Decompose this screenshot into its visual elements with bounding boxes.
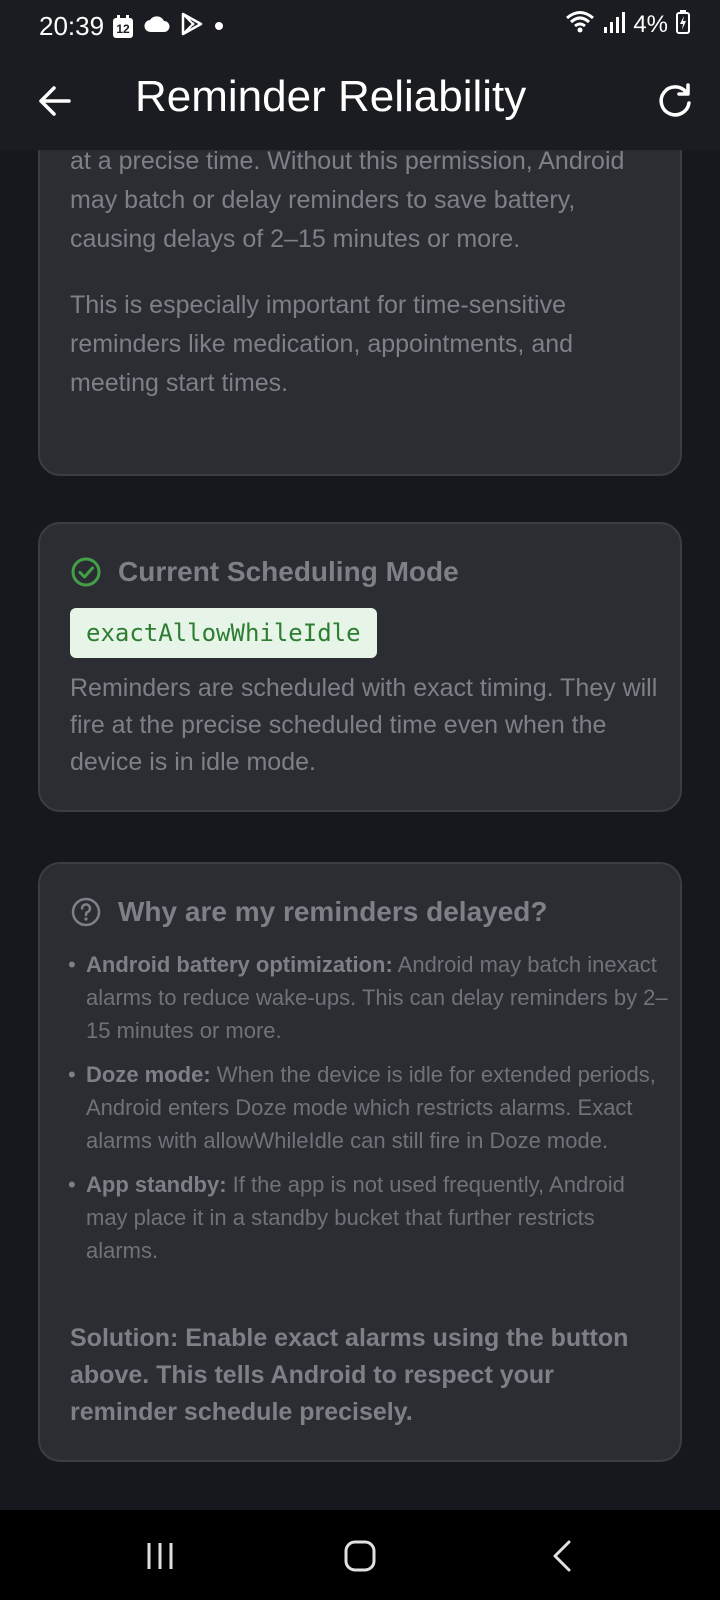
faq-header: Why are my reminders delayed?	[70, 896, 548, 928]
back-button[interactable]	[30, 76, 80, 126]
battery-percent: 4%	[633, 10, 668, 38]
status-bar: 20:39 12 4%	[0, 0, 720, 52]
calendar-day: 12	[116, 21, 130, 36]
app-bar: Reminder Reliability	[0, 52, 720, 150]
back-nav-button[interactable]	[532, 1534, 592, 1578]
scheduling-mode-value: exactAllowWhileIdle	[70, 608, 377, 658]
status-time: 20:39	[39, 11, 105, 41]
faq-item-battery-optimization: Android battery optimization: Android ma…	[68, 948, 668, 1047]
refresh-button[interactable]	[650, 76, 700, 126]
arrow-left-icon	[39, 86, 71, 116]
chevron-left-icon	[553, 1540, 571, 1572]
permission-info-card: at a precise time. Without this permissi…	[38, 150, 682, 476]
system-status: 4%	[565, 10, 690, 39]
cloud-icon	[144, 15, 170, 38]
wifi-icon	[565, 10, 595, 39]
home-button[interactable]	[330, 1534, 390, 1578]
permission-info-text: at a precise time. Without this permissi…	[70, 150, 625, 253]
system-nav-bar	[0, 1510, 720, 1600]
recent-apps-icon	[147, 1543, 173, 1569]
scroll-content[interactable]: at a precise time. Without this permissi…	[0, 150, 720, 1510]
help-circle-icon	[71, 897, 101, 927]
scheduling-mode-description: Reminders are scheduled with exact timin…	[70, 674, 658, 776]
recent-apps-button[interactable]	[130, 1534, 190, 1578]
dot-icon	[214, 18, 224, 36]
play-store-icon	[180, 12, 204, 41]
signal-icon	[603, 11, 626, 38]
scheduling-mode-card: Current Scheduling Mode exactAllowWhileI…	[38, 522, 682, 812]
notification-icons: 12	[112, 12, 224, 41]
faq-item-doze-mode: Doze mode: When the device is idle for e…	[68, 1058, 668, 1157]
calendar-icon: 12	[112, 14, 134, 39]
check-circle-icon	[71, 557, 101, 587]
faq-card: Why are my reminders delayed? Android ba…	[38, 862, 682, 1462]
scheduling-mode-title: Current Scheduling Mode	[118, 556, 459, 587]
faq-item-term: Doze mode:	[86, 1062, 211, 1087]
page-title: Reminder Reliability	[135, 72, 527, 121]
refresh-icon	[659, 83, 691, 117]
home-icon	[344, 1540, 376, 1572]
solution-text: Solution: Enable exact alarms using the …	[70, 1324, 629, 1426]
faq-title: Why are my reminders delayed?	[118, 896, 548, 927]
permission-importance-text: This is especially important for time-se…	[70, 291, 574, 397]
faq-item-term: App standby:	[86, 1172, 227, 1197]
faq-item-term: Android battery optimization:	[86, 952, 393, 977]
scheduling-mode-header: Current Scheduling Mode	[70, 556, 459, 588]
faq-item-app-standby: App standby: If the app is not used freq…	[68, 1168, 668, 1267]
faq-list: Android battery optimization: Android ma…	[68, 948, 668, 1278]
battery-charging-icon	[676, 10, 690, 39]
